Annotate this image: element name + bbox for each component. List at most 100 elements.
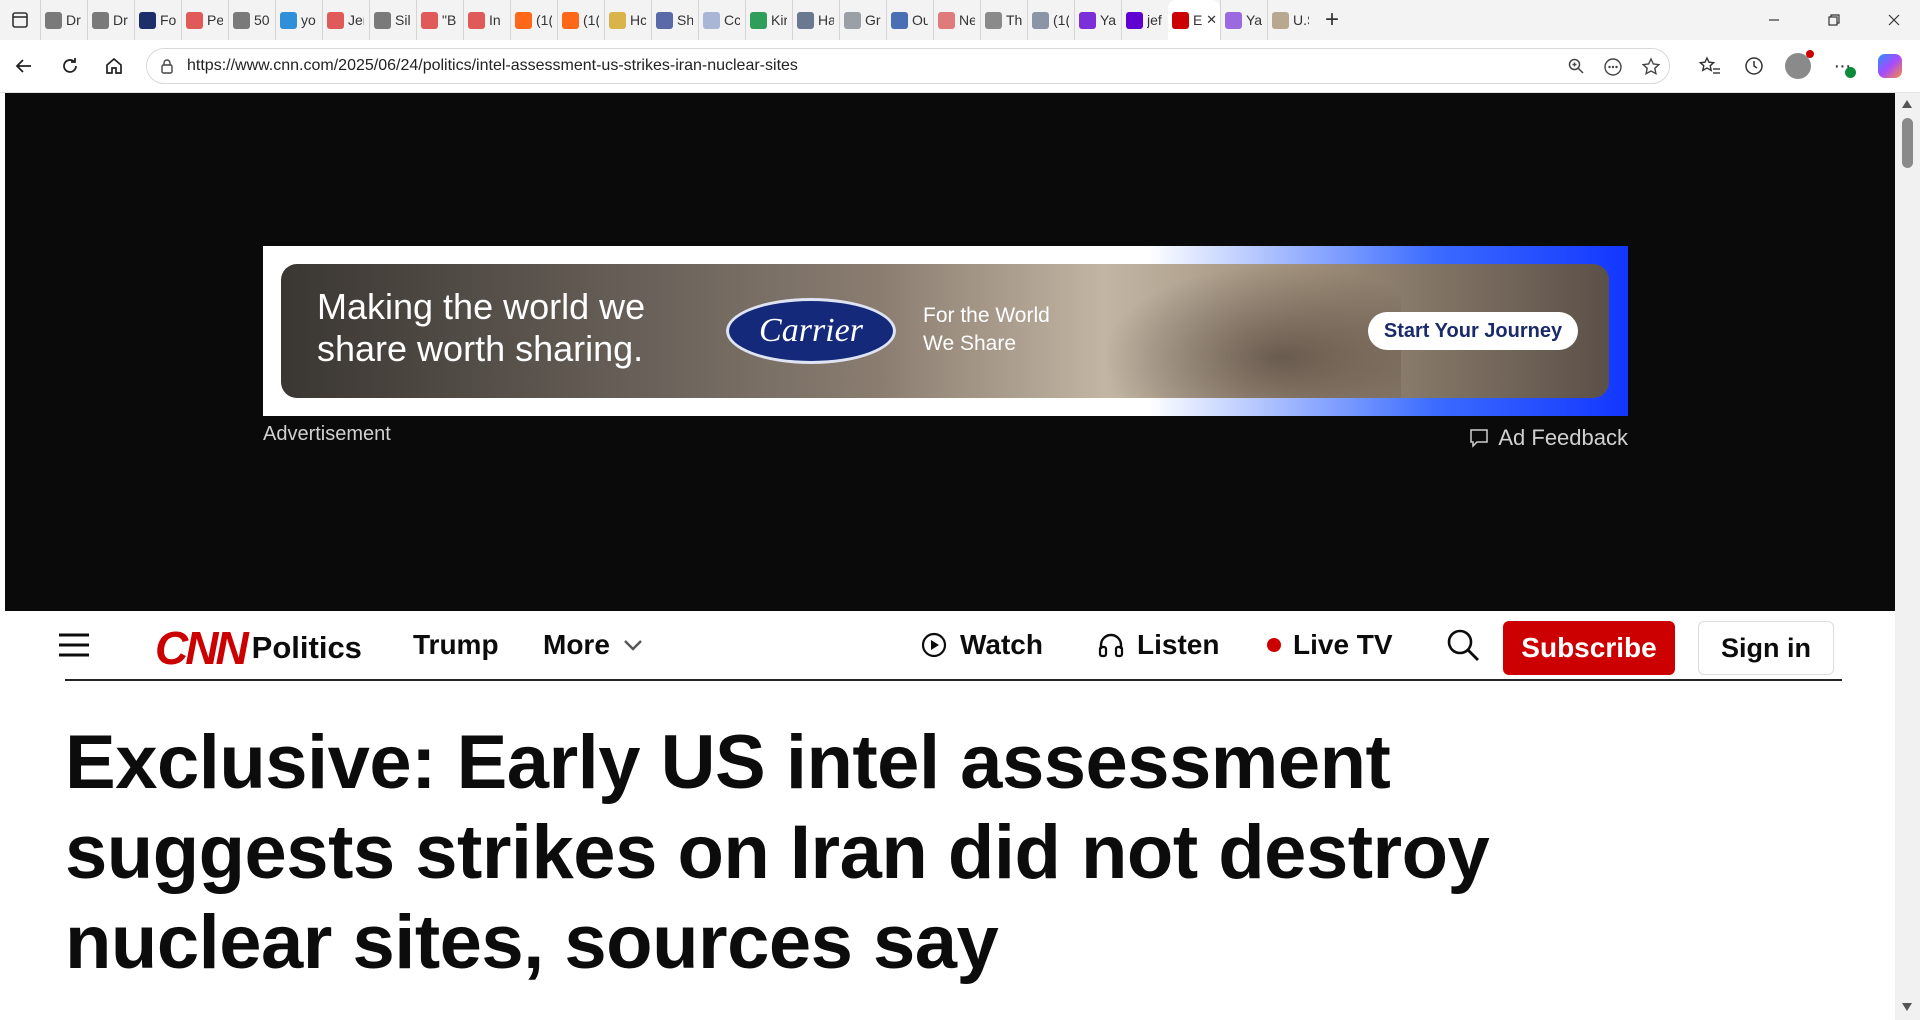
ad-creative[interactable]: Making the world we share worth sharing.… xyxy=(281,264,1609,398)
history-icon xyxy=(1745,57,1763,75)
browser-tab[interactable]: Ou xyxy=(886,0,933,40)
advertisement-label: Advertisement xyxy=(263,423,391,445)
favorite-star-icon[interactable] xyxy=(1641,57,1661,77)
cnn-icon xyxy=(1172,11,1189,29)
browser-tab[interactable]: Th xyxy=(980,0,1027,40)
refresh-icon xyxy=(63,58,77,73)
nav-watch-label: Watch xyxy=(960,629,1043,660)
scrollbar-thumb[interactable] xyxy=(1902,118,1913,168)
tab-title: Kir xyxy=(771,12,787,28)
medium-icon xyxy=(656,11,673,29)
browser-tab[interactable]: Cc xyxy=(698,0,745,40)
yahoo-icon xyxy=(1225,11,1242,29)
tab-strip: Dr Dr Fo Pe 50 yo Jer Sil "B In (1((1(Hc Sh Cc Kir Ha G… xyxy=(0,0,1920,40)
read-aloud-icon[interactable] xyxy=(1603,57,1623,77)
browser-tab[interactable]: yo xyxy=(275,0,322,40)
subscribe-button[interactable]: Subscribe xyxy=(1503,621,1675,675)
history-button[interactable] xyxy=(1738,50,1770,82)
address-bar[interactable]: https://www.cnn.com/2025/06/24/politics/… xyxy=(146,48,1670,84)
menu-button[interactable] xyxy=(57,611,91,679)
feedback-icon xyxy=(1470,429,1489,448)
back-arrow-icon xyxy=(15,59,31,73)
ad-banner[interactable]: Making the world we share worth sharing.… xyxy=(263,246,1628,416)
close-tab-icon[interactable]: ✕ xyxy=(1206,12,1217,28)
nav-listen-label: Listen xyxy=(1137,629,1220,660)
scroll-down-icon[interactable] xyxy=(1901,1002,1913,1012)
ad-feedback-label: Ad Feedback xyxy=(1498,425,1628,450)
browser-tab[interactable]: Fo xyxy=(134,0,181,40)
tab-title: Pe xyxy=(207,12,223,28)
browser-tab[interactable]: Ya xyxy=(1074,0,1121,40)
scroll-up-icon[interactable] xyxy=(1901,99,1913,109)
globe-icon xyxy=(374,11,391,29)
back-button[interactable] xyxy=(8,50,40,82)
browser-tab[interactable]: Dr xyxy=(40,0,87,40)
nav-live-tv[interactable]: Live TV xyxy=(1267,611,1393,679)
browser-tab[interactable]: U.S xyxy=(1267,0,1314,40)
tab-title: jef xyxy=(1147,12,1162,28)
browser-tab[interactable]: Ne xyxy=(933,0,980,40)
nav-more[interactable]: More xyxy=(543,611,644,679)
tab-actions-button[interactable] xyxy=(0,0,40,40)
nav-watch[interactable]: Watch xyxy=(920,611,1043,679)
globe-icon xyxy=(92,11,109,29)
restore-button[interactable] xyxy=(1810,0,1858,40)
ad-cta-button[interactable]: Start Your Journey xyxy=(1368,312,1578,350)
home-button[interactable] xyxy=(98,50,130,82)
cnn-header: CNN Politics Trump More Watch Listen Liv… xyxy=(5,611,1895,681)
nav-more-label: More xyxy=(543,629,610,660)
browser-tab[interactable]: Pe xyxy=(181,0,228,40)
browser-tab[interactable]: "B xyxy=(416,0,463,40)
close-icon xyxy=(1888,14,1900,26)
profile-button[interactable] xyxy=(1782,50,1814,82)
substack-icon xyxy=(562,11,579,29)
browser-tab[interactable]: (1( xyxy=(510,0,557,40)
browser-tab[interactable]: Ha xyxy=(792,0,839,40)
tab-title: Ne xyxy=(959,12,975,28)
browser-tab[interactable]: 50 xyxy=(228,0,275,40)
cnn-logo-mark: CNN xyxy=(155,622,249,674)
browser-tab[interactable]: Sil xyxy=(369,0,416,40)
browser-tab[interactable]: Sh xyxy=(651,0,698,40)
chevron-down-icon xyxy=(624,640,642,651)
nav-live-tv-label: Live TV xyxy=(1293,629,1393,660)
browser-tab[interactable]: jef xyxy=(1121,0,1168,40)
search-button[interactable] xyxy=(1445,611,1481,679)
header-divider xyxy=(65,679,1842,681)
copilot-button[interactable] xyxy=(1874,50,1906,82)
youtube-icon xyxy=(327,11,344,29)
substack-icon xyxy=(515,11,532,29)
browser-tab[interactable]: Kir xyxy=(745,0,792,40)
browser-tab[interactable]: Hc xyxy=(604,0,651,40)
nav-trump[interactable]: Trump xyxy=(413,611,499,679)
browser-tab[interactable]: In xyxy=(463,0,510,40)
nav-listen[interactable]: Listen xyxy=(1097,611,1219,679)
url-text[interactable]: https://www.cnn.com/2025/06/24/politics/… xyxy=(187,57,798,75)
ad-photo-family xyxy=(1101,264,1401,398)
ad-feedback-link[interactable]: Ad Feedback xyxy=(1468,425,1628,451)
cnn-politics-logo[interactable]: CNN Politics xyxy=(155,625,362,671)
restore-icon xyxy=(1828,14,1840,26)
globe-icon xyxy=(233,11,250,29)
globe-icon xyxy=(45,11,62,29)
close-window-button[interactable] xyxy=(1870,0,1918,40)
sign-in-button[interactable]: Sign in xyxy=(1698,621,1834,675)
browser-tab[interactable]: (1( xyxy=(1027,0,1074,40)
tab-title: Fo xyxy=(160,12,176,28)
tab-active[interactable]: Ex✕ xyxy=(1168,0,1220,40)
page-scrollbar[interactable] xyxy=(1895,93,1920,1020)
browser-tab[interactable]: Jer xyxy=(322,0,369,40)
zoom-icon[interactable] xyxy=(1567,57,1585,75)
new-tab-button[interactable]: + xyxy=(1314,0,1350,40)
browser-tab[interactable]: Dr xyxy=(87,0,134,40)
refresh-button[interactable] xyxy=(54,50,86,82)
browser-tab[interactable]: Gr xyxy=(839,0,886,40)
settings-more-button[interactable]: ··· xyxy=(1826,50,1858,82)
update-badge-icon xyxy=(1845,67,1856,78)
sheet-icon xyxy=(750,11,767,29)
favorites-button[interactable] xyxy=(1694,50,1726,82)
section-title: Politics xyxy=(251,630,362,665)
minimize-button[interactable] xyxy=(1750,0,1798,40)
browser-tab[interactable]: Ya xyxy=(1220,0,1267,40)
browser-tab[interactable]: (1( xyxy=(557,0,604,40)
